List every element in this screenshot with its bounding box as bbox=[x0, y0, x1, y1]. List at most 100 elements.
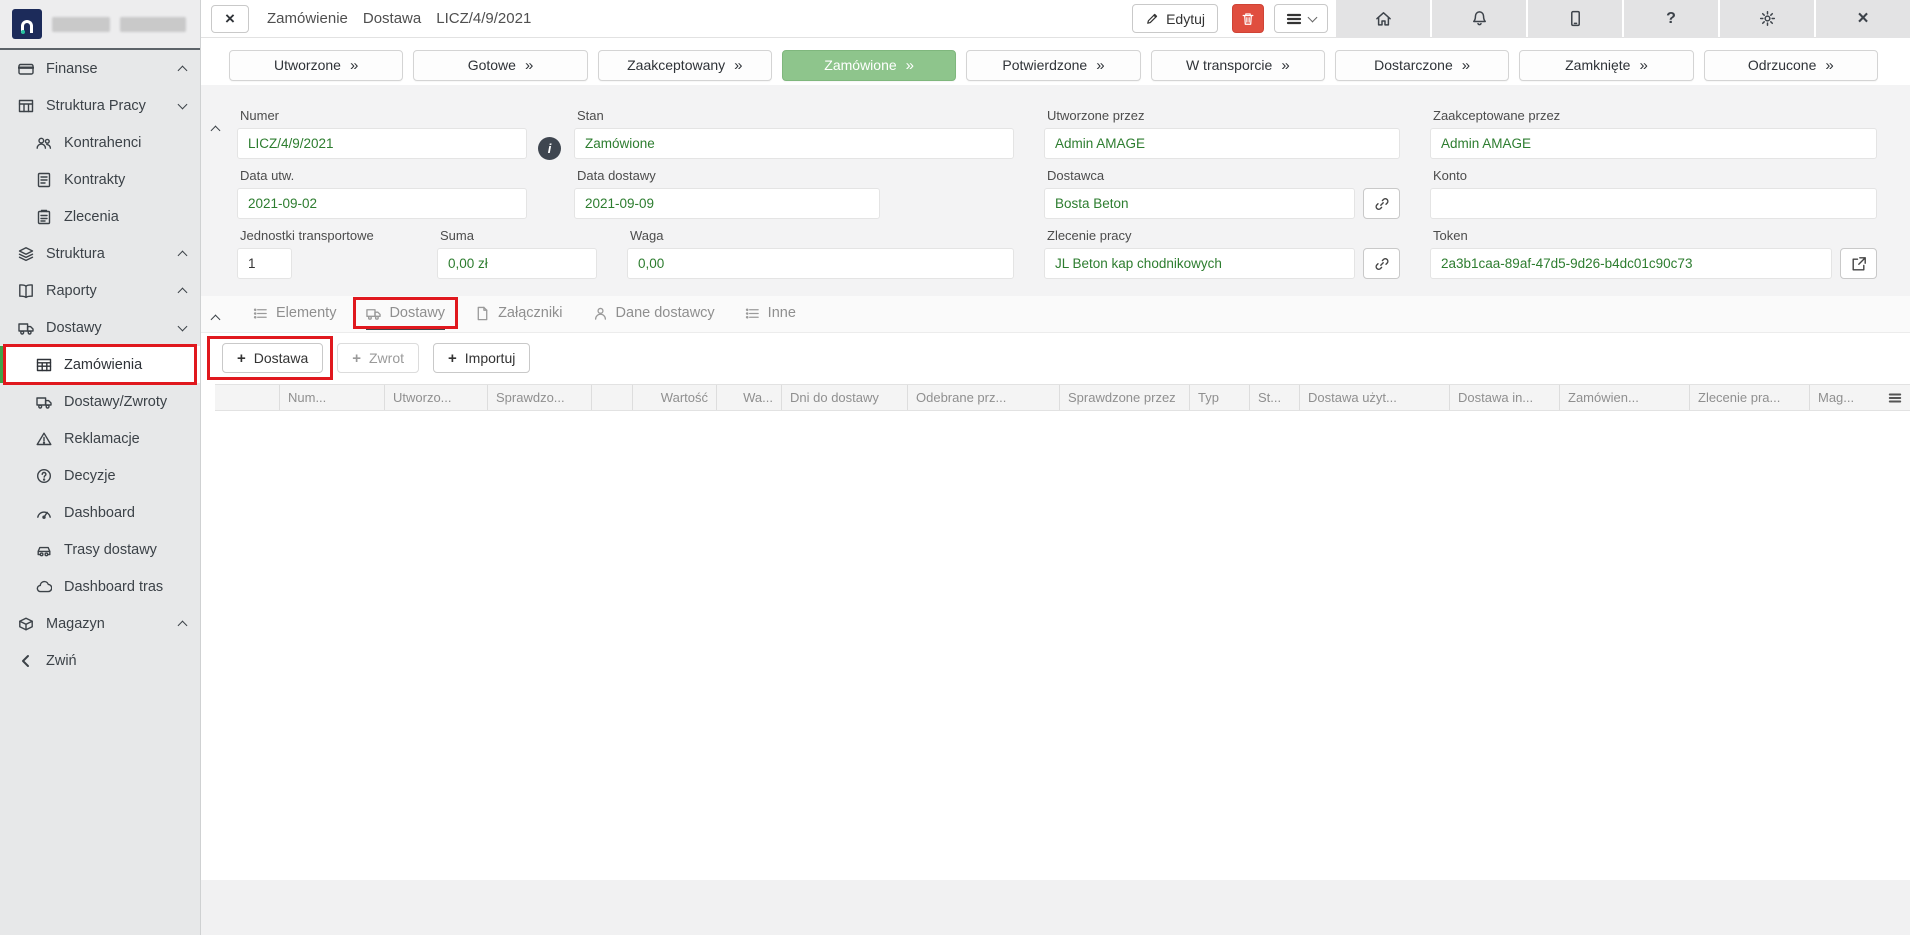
waga-input[interactable]: 0,00 bbox=[627, 248, 1014, 279]
column-header-typ[interactable]: Typ bbox=[1190, 385, 1250, 410]
more-menu-button[interactable] bbox=[1274, 4, 1328, 33]
token-input[interactable]: 2a3b1caa-89af-47d5-9d26-b4dc01c90c73 bbox=[1430, 248, 1832, 279]
settings-button[interactable] bbox=[1720, 0, 1814, 38]
sidebar-item-struktura[interactable]: Struktura bbox=[0, 235, 200, 272]
import-button[interactable]: + Importuj bbox=[433, 343, 530, 373]
double-chevron-icon: » bbox=[906, 57, 914, 74]
jednostki-input[interactable]: 1 bbox=[237, 248, 292, 279]
stan-input[interactable]: Zamówione bbox=[574, 128, 1014, 159]
tab-elementy[interactable]: Elementy bbox=[253, 305, 336, 330]
column-header-odebrane-przez[interactable]: Odebrane prz... bbox=[908, 385, 1060, 410]
dostawca-input[interactable]: Bosta Beton bbox=[1044, 188, 1355, 219]
tab-dostawy[interactable]: Dostawy bbox=[366, 305, 445, 330]
column-header-dostawa-uzytkownik[interactable]: Dostawa użyt... bbox=[1300, 385, 1450, 410]
add-delivery-button[interactable]: + Dostawa bbox=[222, 343, 323, 373]
field-stan: Stan Zamówione bbox=[574, 108, 1014, 159]
numer-input[interactable]: LICZ/4/9/2021 bbox=[237, 128, 527, 159]
gear-icon bbox=[1759, 10, 1776, 27]
suma-input[interactable]: 0,00 zł bbox=[437, 248, 597, 279]
notifications-button[interactable] bbox=[1432, 0, 1526, 38]
sidebar-item-label: Struktura Pracy bbox=[46, 98, 167, 114]
data-utw-input[interactable]: 2021-09-02 bbox=[237, 188, 527, 219]
column-header-wartosc[interactable]: Wartość bbox=[633, 385, 717, 410]
tab-inne[interactable]: Inne bbox=[745, 305, 796, 330]
sidebar-item-dostawy-zwroty[interactable]: Dostawy/Zwroty bbox=[0, 383, 200, 420]
field-numer: Numer LICZ/4/9/2021 bbox=[237, 108, 527, 159]
delete-button[interactable] bbox=[1232, 4, 1264, 33]
status-step-gotowe[interactable]: Gotowe» bbox=[413, 50, 587, 81]
sidebar-collapse-button[interactable]: Zwiń bbox=[0, 642, 200, 679]
sidebar-item-trasy-dostawy[interactable]: Trasy dostawy bbox=[0, 531, 200, 568]
info-icon[interactable]: i bbox=[538, 137, 561, 160]
help-icon: ? bbox=[1666, 10, 1676, 28]
car-icon bbox=[36, 542, 52, 558]
sidebar-item-finanse[interactable]: Finanse bbox=[0, 50, 200, 87]
grid-icon bbox=[18, 98, 34, 114]
sidebar-item-kontrahenci[interactable]: Kontrahenci bbox=[0, 124, 200, 161]
double-chevron-icon: » bbox=[734, 57, 742, 74]
status-step-utworzone[interactable]: Utworzone» bbox=[229, 50, 403, 81]
edit-button[interactable]: Edytuj bbox=[1132, 4, 1218, 33]
sidebar-item-reklamacje[interactable]: Reklamacje bbox=[0, 420, 200, 457]
sidebar-item-struktura-pracy[interactable]: Struktura Pracy bbox=[0, 87, 200, 124]
tab-dane-dostawcy[interactable]: Dane dostawcy bbox=[593, 305, 715, 330]
status-step-odrzucone[interactable]: Odrzucone» bbox=[1704, 50, 1878, 81]
close-view-button[interactable]: × bbox=[211, 5, 249, 33]
status-step-zaakceptowany[interactable]: Zaakceptowany» bbox=[598, 50, 772, 81]
sidebar-item-magazyn[interactable]: Magazyn bbox=[0, 605, 200, 642]
zlecenie-pracy-input[interactable]: JL Beton kap chodnikowych bbox=[1044, 248, 1355, 279]
home-button[interactable] bbox=[1336, 0, 1430, 38]
table-icon bbox=[36, 357, 52, 373]
status-step-zamkniete[interactable]: Zamknięte» bbox=[1519, 50, 1693, 81]
status-step-w-transporcie[interactable]: W transporcie» bbox=[1151, 50, 1325, 81]
sidebar-item-kontrakty[interactable]: Kontrakty bbox=[0, 161, 200, 198]
column-header-sprawdzone[interactable]: Sprawdzo... bbox=[488, 385, 592, 410]
mobile-button[interactable] bbox=[1528, 0, 1622, 38]
sidebar-item-zamowienia[interactable]: Zamówienia bbox=[0, 346, 200, 383]
add-return-button[interactable]: + Zwrot bbox=[337, 343, 419, 373]
status-step-zamowione-active[interactable]: Zamówione» bbox=[782, 50, 956, 81]
column-settings-icon[interactable] bbox=[1888, 391, 1902, 405]
sidebar-item-label: Zwiń bbox=[46, 653, 186, 669]
collapse-section-chevron[interactable] bbox=[212, 121, 222, 131]
zlecenie-link-button[interactable] bbox=[1363, 248, 1400, 279]
column-header-utworzone[interactable]: Utworzo... bbox=[385, 385, 488, 410]
help-button[interactable]: ? bbox=[1624, 0, 1718, 38]
double-chevron-icon: » bbox=[1462, 57, 1470, 74]
tab-zalaczniki[interactable]: Załączniki bbox=[475, 305, 562, 330]
sidebar-item-label: Dostawy bbox=[46, 320, 167, 336]
double-chevron-icon: » bbox=[1281, 57, 1289, 74]
window-close-button[interactable]: × bbox=[1816, 0, 1910, 38]
utworzone-przez-input[interactable]: Admin AMAGE bbox=[1044, 128, 1400, 159]
data-dostawy-input[interactable]: 2021-09-09 bbox=[574, 188, 880, 219]
field-data-utw: Data utw. 2021-09-02 bbox=[237, 168, 527, 219]
column-header-numer[interactable]: Num... bbox=[280, 385, 385, 410]
order-detail-form: Numer LICZ/4/9/2021 i Stan Zamówione Utw… bbox=[201, 85, 1910, 296]
sidebar-item-decyzje[interactable]: Decyzje bbox=[0, 457, 200, 494]
list-icon bbox=[253, 306, 268, 321]
column-header-dostawa-inna[interactable]: Dostawa in... bbox=[1450, 385, 1560, 410]
sidebar-item-dashboard-tras[interactable]: Dashboard tras bbox=[0, 568, 200, 605]
column-header-status[interactable]: St... bbox=[1250, 385, 1300, 410]
dostawca-link-button[interactable] bbox=[1363, 188, 1400, 219]
konto-input[interactable] bbox=[1430, 188, 1877, 219]
sidebar-item-zlecenia[interactable]: Zlecenia bbox=[0, 198, 200, 235]
status-step-dostarczone[interactable]: Dostarczone» bbox=[1335, 50, 1509, 81]
column-header-zamowienie[interactable]: Zamówien... bbox=[1560, 385, 1690, 410]
token-open-button[interactable] bbox=[1840, 248, 1877, 279]
double-chevron-icon: » bbox=[1825, 57, 1833, 74]
zaakceptowane-przez-input[interactable]: Admin AMAGE bbox=[1430, 128, 1877, 159]
status-step-potwierdzone[interactable]: Potwierdzone» bbox=[966, 50, 1140, 81]
column-header-waga[interactable]: Wa... bbox=[717, 385, 782, 410]
column-header-magazyn[interactable]: Mag... bbox=[1810, 385, 1910, 410]
column-header-sprawdzone-przez[interactable]: Sprawdzone przez bbox=[1060, 385, 1190, 410]
column-header-zlecenie-pracy[interactable]: Zlecenie pra... bbox=[1690, 385, 1810, 410]
sidebar-item-dashboard[interactable]: Dashboard bbox=[0, 494, 200, 531]
sidebar-item-raporty[interactable]: Raporty bbox=[0, 272, 200, 309]
sidebar-item-dostawy[interactable]: Dostawy bbox=[0, 309, 200, 346]
column-header-dni-do-dostawy[interactable]: Dni do dostawy bbox=[782, 385, 908, 410]
collapse-section-chevron[interactable] bbox=[212, 310, 222, 320]
topbar: × Zamówienie Dostawa LICZ/4/9/2021 Edytu… bbox=[201, 0, 1910, 38]
truck-icon bbox=[366, 306, 381, 321]
sidebar-item-label: Finanse bbox=[46, 61, 167, 77]
